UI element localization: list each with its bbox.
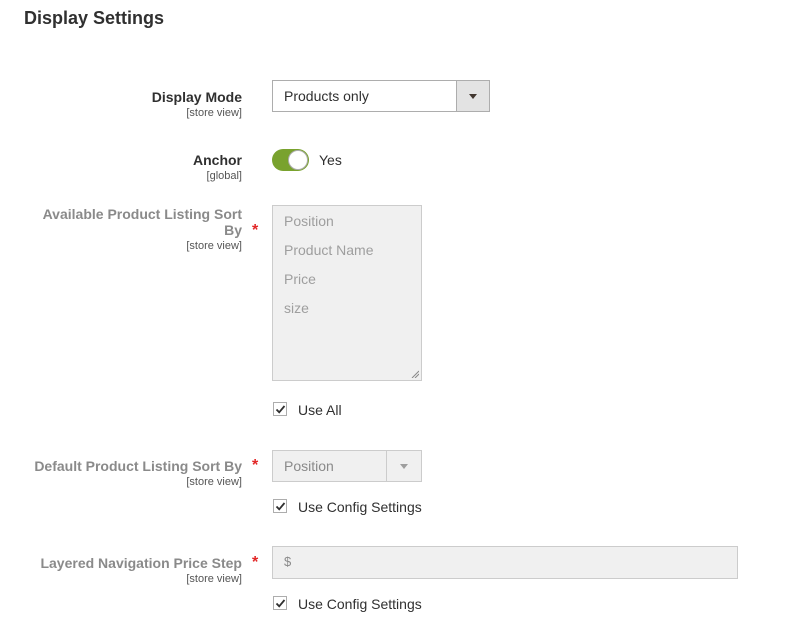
price-step-use-config-checkbox[interactable] <box>273 596 287 610</box>
default-sort-label: Default Product Listing Sort By <box>34 458 242 474</box>
anchor-label: Anchor <box>193 152 242 168</box>
use-all-label[interactable]: Use All <box>298 402 342 418</box>
checkmark-icon <box>275 405 286 414</box>
use-all-checkbox[interactable] <box>273 402 287 416</box>
multiselect-option[interactable]: Position <box>284 213 334 229</box>
default-sort-dropdown-button[interactable] <box>386 451 421 481</box>
checkmark-icon <box>275 599 286 608</box>
section-title: Display Settings <box>24 8 165 28</box>
price-step-use-config-label[interactable]: Use Config Settings <box>298 596 422 612</box>
display-mode-scope: [store view] <box>186 107 242 119</box>
required-marker: * <box>252 554 259 571</box>
available-sort-label-line2: By <box>224 222 242 238</box>
available-sort-multiselect[interactable]: Position Product Name Price size <box>272 205 422 381</box>
required-marker: * <box>252 457 259 474</box>
default-sort-scope: [store view] <box>186 476 242 488</box>
anchor-toggle[interactable] <box>272 149 309 171</box>
toggle-knob <box>288 150 308 170</box>
currency-symbol: $ <box>284 554 292 569</box>
default-sort-use-config-label[interactable]: Use Config Settings <box>298 499 422 515</box>
available-sort-scope: [store view] <box>186 240 242 252</box>
display-mode-dropdown-button[interactable] <box>456 81 489 111</box>
resize-grip-icon[interactable] <box>411 370 419 378</box>
anchor-scope: [global] <box>206 170 242 182</box>
price-step-input[interactable]: $ <box>272 546 738 579</box>
chevron-down-icon <box>469 94 477 99</box>
multiselect-option[interactable]: Price <box>284 271 316 287</box>
multiselect-option[interactable]: Product Name <box>284 242 373 258</box>
available-sort-label-line1: Available Product Listing Sort <box>42 206 242 222</box>
multiselect-option[interactable]: size <box>284 300 309 316</box>
default-sort-select[interactable]: Position <box>272 450 422 482</box>
price-step-scope: [store view] <box>186 573 242 585</box>
chevron-down-icon <box>400 464 408 469</box>
display-mode-select[interactable]: Products only <box>272 80 490 112</box>
checkmark-icon <box>275 502 286 511</box>
price-step-label: Layered Navigation Price Step <box>40 555 242 571</box>
default-sort-use-config-checkbox[interactable] <box>273 499 287 513</box>
required-marker: * <box>252 222 259 239</box>
anchor-toggle-text: Yes <box>319 152 342 168</box>
display-mode-value: Products only <box>284 88 369 104</box>
display-mode-label: Display Mode <box>151 89 242 105</box>
default-sort-value: Position <box>284 458 334 474</box>
